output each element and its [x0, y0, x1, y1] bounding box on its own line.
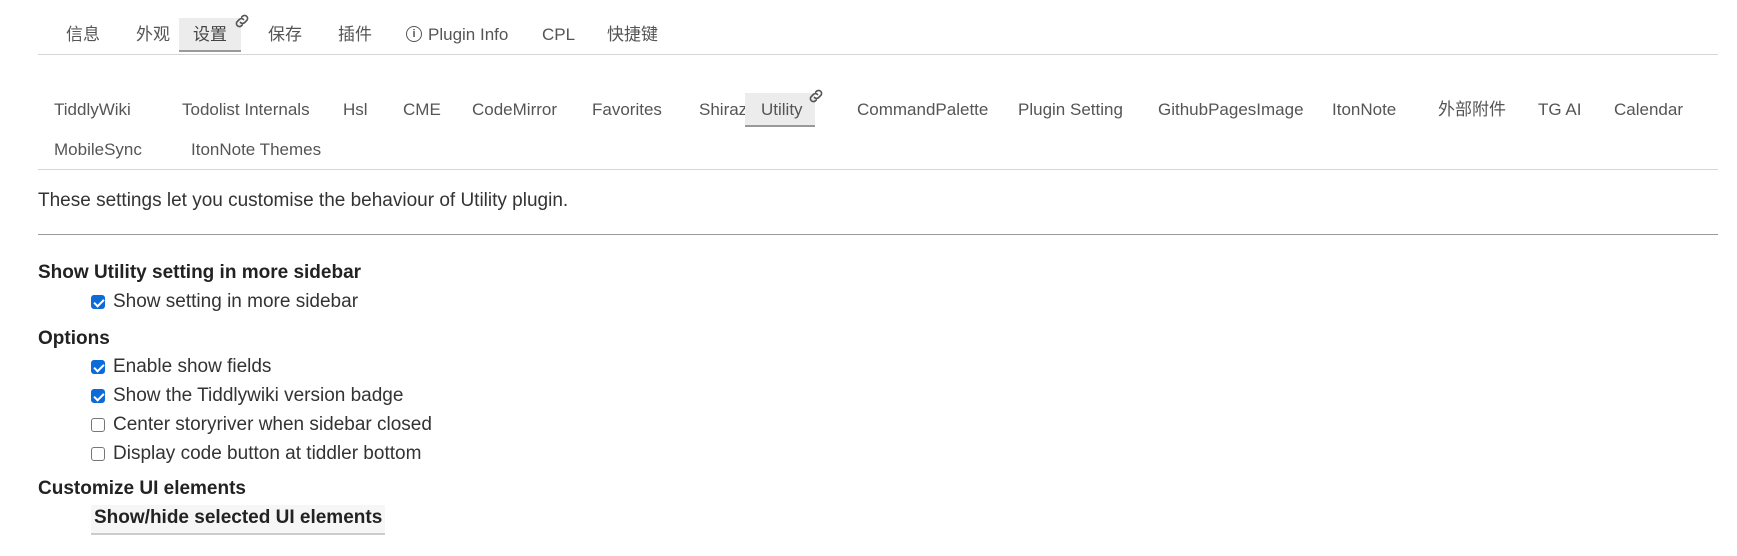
link-icon[interactable]: [807, 87, 825, 105]
section-title-customize: Customize UI elements: [38, 478, 246, 499]
subtab-label: ItonNote: [1332, 100, 1397, 119]
subtab-label: Todolist Internals: [182, 100, 310, 119]
option-label: Enable show fields: [113, 356, 272, 377]
subtab-external-attachments[interactable]: 外部附件: [1422, 93, 1522, 127]
subtab-calendar[interactable]: Calendar: [1598, 93, 1699, 127]
subtab-utility[interactable]: Utility: [745, 89, 823, 127]
tab-shortcuts[interactable]: 快捷键: [593, 18, 672, 52]
divider: [38, 234, 1718, 235]
option-show-setting-in-more-sidebar[interactable]: Show setting in more sidebar: [91, 291, 358, 313]
option-display-code-button[interactable]: Display code button at tiddler bottom: [91, 443, 421, 465]
subtab-label: CodeMirror: [472, 100, 558, 119]
section-title-sidebar: Show Utility setting in more sidebar: [38, 262, 362, 283]
subtab-tg-ai[interactable]: TG AI: [1522, 93, 1597, 127]
tab-label: CPL: [542, 25, 576, 44]
subtab-itonnote-themes[interactable]: ItonNote Themes: [175, 133, 337, 167]
tab-label: Plugin Info: [428, 25, 509, 44]
subtab-label: TG AI: [1538, 100, 1582, 119]
tab-label: 快捷键: [607, 25, 658, 44]
subtab-label: Calendar: [1614, 100, 1683, 119]
sub-tab-bar: TiddlyWiki Todolist Internals Hsl CME Co…: [38, 55, 1718, 170]
tab-label: 信息: [66, 25, 100, 44]
option-label: Display code button at tiddler bottom: [113, 443, 422, 464]
tab-plugins[interactable]: 插件: [324, 18, 386, 52]
subtab-label: Hsl: [343, 100, 368, 119]
tab-saving[interactable]: 保存: [254, 18, 316, 52]
tab-info[interactable]: 信息: [52, 18, 114, 52]
option-show-version-badge[interactable]: Show the Tiddlywiki version badge: [91, 385, 403, 407]
link-icon[interactable]: [233, 12, 251, 30]
option-center-storyriver[interactable]: Center storyriver when sidebar closed: [91, 414, 432, 436]
option-label: Show setting in more sidebar: [113, 291, 359, 312]
option-label: Show the Tiddlywiki version badge: [113, 385, 404, 406]
subtab-label: GithubPagesImage: [1158, 100, 1304, 119]
checkbox[interactable]: [91, 418, 105, 432]
subtab-label: 外部附件: [1438, 100, 1506, 119]
checkbox[interactable]: [91, 360, 105, 374]
settings-description: These settings let you customise the beh…: [38, 190, 569, 211]
tab-cpl[interactable]: CPL: [528, 18, 589, 52]
subtab-label: Plugin Setting: [1018, 100, 1123, 119]
checkbox[interactable]: [91, 295, 105, 309]
tab-label: 设置: [193, 25, 227, 44]
tab-appearance[interactable]: 外观: [122, 18, 184, 52]
subtab-label: Shiraz: [699, 100, 748, 119]
checkbox[interactable]: [91, 389, 105, 403]
subtab-label: Utility: [761, 100, 803, 119]
tab-label: 外观: [136, 25, 170, 44]
subtab-cme[interactable]: CME: [387, 93, 457, 127]
tab-plugin-info[interactable]: i Plugin Info: [392, 18, 522, 52]
subtab-codemirror[interactable]: CodeMirror: [456, 93, 573, 127]
subtab-tiddlywiki[interactable]: TiddlyWiki: [38, 93, 147, 127]
subtab-githubpagesimage[interactable]: GithubPagesImage: [1142, 93, 1320, 127]
option-enable-show-fields[interactable]: Enable show fields: [91, 356, 271, 378]
top-tab-bar: 信息 外观 设置 保存 插件 i Plugin Info CPL 快捷键: [38, 0, 1718, 55]
subtab-label: CommandPalette: [857, 100, 989, 119]
subtab-commandpalette[interactable]: CommandPalette: [841, 93, 1004, 127]
show-hide-ui-elements-button[interactable]: Show/hide selected UI elements: [91, 505, 386, 535]
subtab-label: ItonNote Themes: [191, 140, 322, 159]
tab-label: 插件: [338, 25, 372, 44]
subtab-label: TiddlyWiki: [54, 100, 131, 119]
settings-panel: 信息 外观 设置 保存 插件 i Plugin Info CPL 快捷键 Tid…: [38, 0, 1718, 535]
subtab-favorites[interactable]: Favorites: [576, 93, 678, 127]
subtab-label: CME: [403, 100, 441, 119]
info-icon: i: [406, 25, 422, 42]
subtab-plugin-setting[interactable]: Plugin Setting: [1002, 93, 1139, 127]
subtab-itonnote[interactable]: ItonNote: [1316, 93, 1412, 127]
subtab-todolist-internals[interactable]: Todolist Internals: [166, 93, 326, 127]
subtab-label: MobileSync: [54, 140, 142, 159]
subtab-label: Favorites: [592, 100, 662, 119]
tab-label: 保存: [268, 25, 302, 44]
option-label: Center storyriver when sidebar closed: [113, 414, 432, 435]
section-title-options: Options: [38, 328, 110, 349]
subtab-hsl[interactable]: Hsl: [327, 93, 384, 127]
checkbox[interactable]: [91, 447, 105, 461]
subtab-mobilesync[interactable]: MobileSync: [38, 133, 158, 167]
tab-settings[interactable]: 设置: [179, 14, 249, 52]
